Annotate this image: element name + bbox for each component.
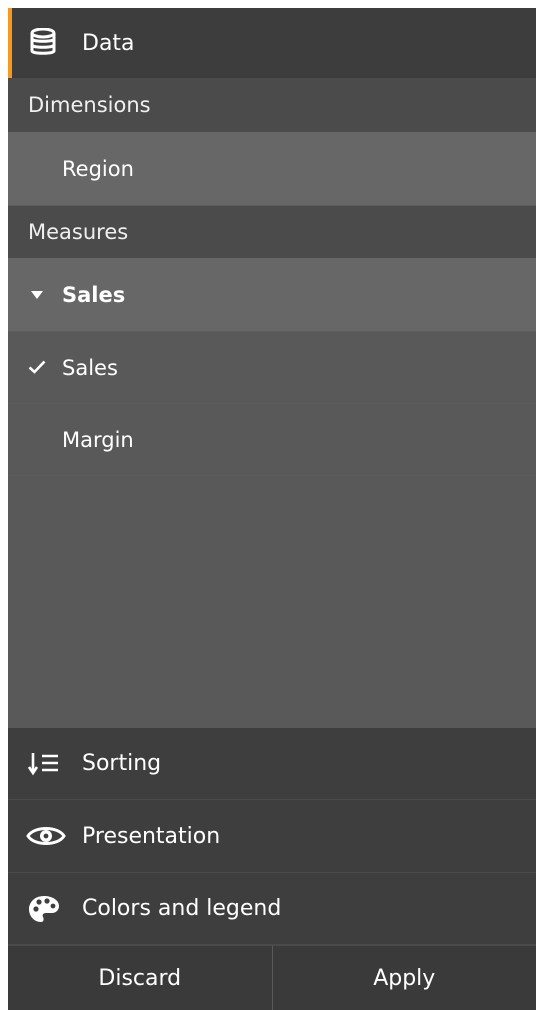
palette-icon (29, 896, 59, 922)
apply-button[interactable]: Apply (273, 946, 536, 1010)
measures-label: Measures (28, 219, 129, 244)
presentation-section-header[interactable]: Presentation (8, 800, 536, 873)
dimensions-label: Dimensions (28, 92, 151, 117)
colors-legend-section-header[interactable]: Colors and legend (8, 873, 536, 945)
data-section-title: Data (82, 30, 135, 56)
colors-legend-label: Colors and legend (82, 896, 282, 921)
footer-actions: Discard Apply (8, 945, 536, 1010)
active-accent-bar (8, 8, 12, 78)
caret-down-icon (31, 291, 43, 299)
measure-group-label: Sales (62, 282, 126, 307)
measures-section-header: Measures (8, 206, 536, 258)
dimension-item-label: Region (62, 156, 134, 181)
dimensions-section-header: Dimensions (8, 78, 536, 132)
sorting-label: Sorting (82, 751, 162, 776)
data-section-header[interactable]: Data (8, 8, 536, 78)
sort-icon (28, 753, 58, 776)
measure-option-sales[interactable]: Sales (8, 332, 536, 404)
dimension-item-region[interactable]: Region (8, 132, 536, 206)
presentation-label: Presentation (82, 823, 221, 849)
measure-option-label: Sales (62, 355, 118, 380)
eye-icon (26, 827, 66, 845)
sorting-section-header[interactable]: Sorting (8, 728, 536, 800)
discard-button[interactable]: Discard (8, 946, 272, 1010)
measure-option-margin[interactable]: Margin (8, 404, 536, 476)
checkmark-icon (28, 360, 46, 374)
measure-option-label: Margin (62, 427, 134, 452)
properties-panel: Data Dimensions Region Measures Sales Sa… (8, 8, 536, 1010)
measure-group-sales[interactable]: Sales (8, 258, 536, 332)
database-icon (30, 28, 56, 55)
list-empty-area (8, 476, 536, 728)
